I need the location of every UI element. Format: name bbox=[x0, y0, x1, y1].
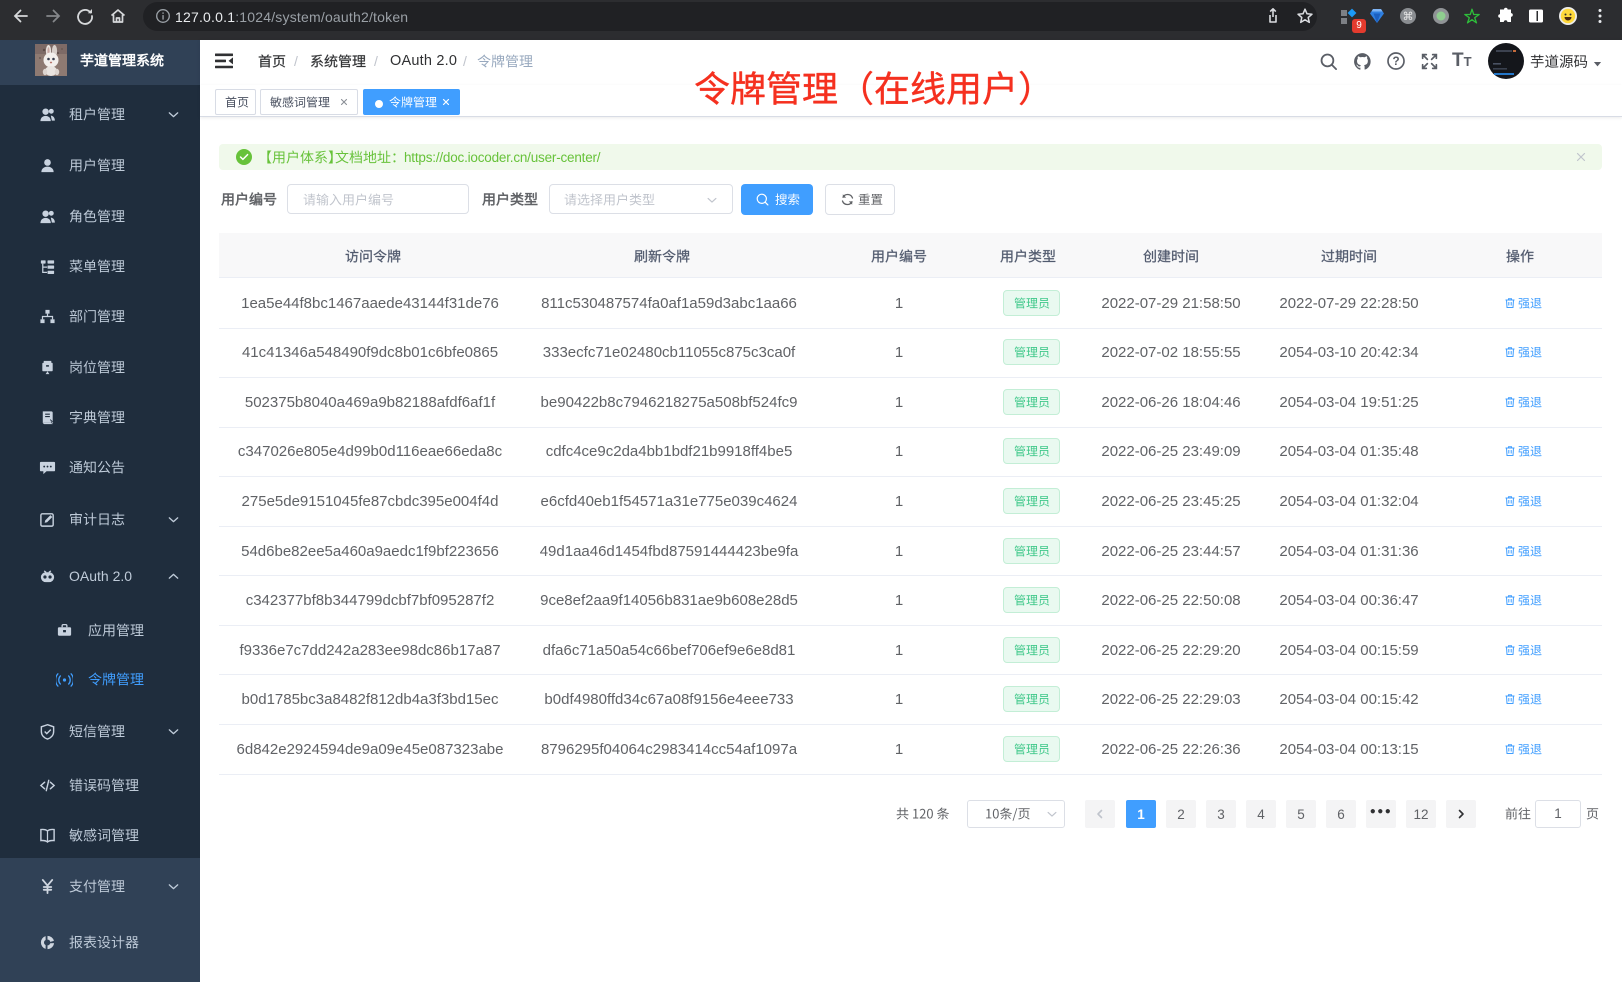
svg-text:⌘: ⌘ bbox=[1403, 11, 1414, 23]
svg-text:?: ? bbox=[1392, 55, 1399, 68]
